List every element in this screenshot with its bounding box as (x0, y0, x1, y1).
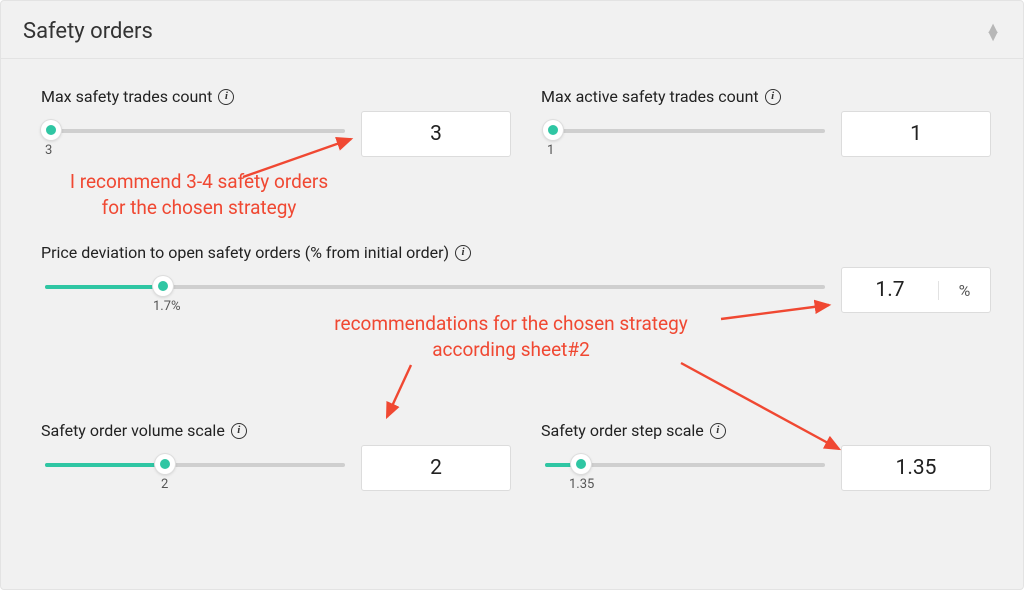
arrow-icon (373, 365, 433, 435)
label-text: Max safety trades count (41, 87, 212, 106)
slider-track (545, 129, 825, 133)
step-scale-slider[interactable]: 1.35 (545, 453, 825, 475)
collapse-icon[interactable]: ▲▼ (985, 24, 1001, 40)
slider-thumb[interactable] (571, 454, 591, 474)
panel-body: Max safety trades count i 3 3 Max active… (1, 63, 1023, 589)
info-icon[interactable]: i (765, 89, 781, 105)
input-value: 3 (430, 122, 442, 146)
annotation-recommend-orders: I recommend 3-4 safety orders for the ch… (39, 169, 359, 220)
price-deviation-label: Price deviation to open safety orders (%… (41, 243, 471, 262)
max-safety-trades-label: Max safety trades count i (41, 87, 234, 106)
max-safety-trades-input[interactable]: 3 (361, 111, 511, 157)
label-text: Max active safety trades count (541, 87, 759, 106)
slider-thumb[interactable] (41, 120, 61, 140)
input-value: 1 (910, 122, 922, 146)
slider-tick: 1.35 (569, 477, 594, 492)
info-icon[interactable]: i (455, 245, 471, 261)
label-text: Safety order volume scale (41, 421, 225, 440)
price-deviation-slider[interactable]: 1.7% (45, 275, 825, 297)
label-text: Price deviation to open safety orders (%… (41, 243, 449, 262)
info-icon[interactable]: i (710, 423, 726, 439)
annotation-line: according sheet#2 (301, 337, 721, 363)
max-active-safety-trades-input[interactable]: 1 (841, 111, 991, 157)
annotation-line: for the chosen strategy (39, 195, 359, 221)
input-value: 1.35 (896, 456, 937, 480)
info-icon[interactable]: i (231, 423, 247, 439)
input-value: 1.7 (875, 278, 904, 302)
unit-label: % (938, 281, 990, 300)
price-deviation-input[interactable]: 1.7 % (841, 267, 991, 313)
safety-orders-panel: Safety orders ▲▼ Max safety trades count… (0, 0, 1024, 590)
info-icon[interactable]: i (218, 89, 234, 105)
slider-thumb[interactable] (543, 120, 563, 140)
panel-title: Safety orders (23, 19, 153, 44)
slider-tick: 2 (161, 477, 168, 492)
label-text: Safety order step scale (541, 421, 704, 440)
max-active-safety-trades-slider[interactable]: 1 (545, 119, 825, 141)
volume-scale-label: Safety order volume scale i (41, 421, 247, 440)
panel-header[interactable]: Safety orders ▲▼ (1, 1, 1023, 59)
slider-thumb[interactable] (155, 454, 175, 474)
max-active-safety-trades-label: Max active safety trades count i (541, 87, 781, 106)
annotation-line: recommendations for the chosen strategy (301, 311, 721, 337)
annotation-line: I recommend 3-4 safety orders (39, 169, 359, 195)
step-scale-input[interactable]: 1.35 (841, 445, 991, 491)
volume-scale-slider[interactable]: 2 (45, 453, 345, 475)
input-value: 2 (430, 456, 442, 480)
annotation-sheet2: recommendations for the chosen strategy … (301, 311, 721, 362)
volume-scale-input[interactable]: 2 (361, 445, 511, 491)
slider-fill (45, 463, 165, 467)
arrow-icon (721, 301, 851, 331)
slider-tick: 1.7% (153, 299, 181, 314)
step-scale-label: Safety order step scale i (541, 421, 726, 440)
slider-thumb[interactable] (153, 276, 173, 296)
slider-tick: 1 (547, 143, 554, 158)
slider-tick: 3 (45, 143, 52, 158)
slider-fill (45, 285, 163, 289)
